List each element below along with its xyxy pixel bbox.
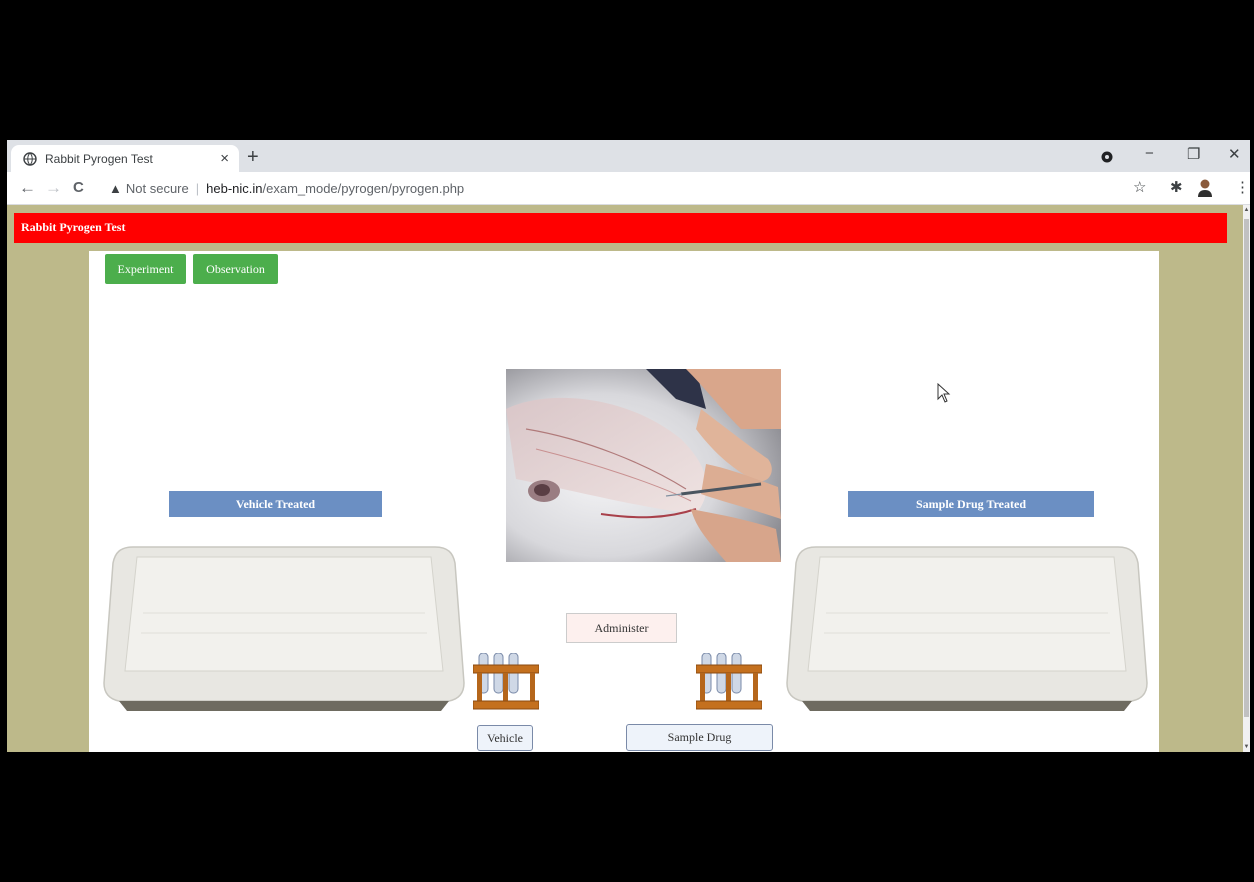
record-icon[interactable]	[1101, 151, 1113, 163]
back-icon[interactable]: ←	[19, 178, 36, 198]
menu-icon[interactable]: ⋮	[1235, 178, 1250, 196]
sample-drug-treated-label: Sample Drug Treated	[848, 491, 1094, 517]
address-bar[interactable]: ▲ Not secure | heb-nic.in/exam_mode/pyro…	[109, 176, 1129, 200]
close-window-icon[interactable]: ✕	[1228, 145, 1241, 163]
vehicle-test-tube-rack[interactable]	[473, 653, 539, 713]
omnibox-separator: |	[195, 180, 200, 196]
scroll-down-icon[interactable]: ▼	[1243, 744, 1250, 750]
page-viewport: Rabbit Pyrogen Test Experiment Observati…	[7, 205, 1243, 752]
letterbox-top	[0, 0, 1254, 140]
lab-content: Experiment Observation Vehicle Treated S…	[89, 251, 1159, 752]
globe-icon	[23, 151, 37, 166]
forward-icon[interactable]: →	[45, 178, 62, 198]
sample-drug-test-tube-rack[interactable]	[696, 653, 762, 713]
letterbox-bottom	[0, 752, 1254, 882]
tab-close-icon[interactable]: ×	[220, 150, 229, 167]
browser-toolbar: ← → C ▲ Not secure | heb-nic.in/exam_mod…	[7, 172, 1250, 205]
security-label: Not secure	[125, 180, 189, 196]
vehicle-treated-label: Vehicle Treated	[169, 491, 382, 517]
vertical-scrollbar[interactable]: ▲ ▼	[1243, 205, 1250, 752]
profile-avatar-icon[interactable]	[1197, 178, 1213, 198]
warning-icon[interactable]: ▲	[109, 181, 122, 196]
extensions-icon[interactable]: ✱	[1170, 178, 1183, 196]
tab-strip: Rabbit Pyrogen Test × + − ❐ ✕	[7, 140, 1250, 172]
mouse-cursor-icon	[937, 383, 951, 403]
experiment-button[interactable]: Experiment	[105, 254, 186, 284]
bookmark-star-icon[interactable]: ☆	[1133, 178, 1146, 196]
url-host: heb-nic.in	[206, 180, 263, 196]
rabbit-ear-injection-photo	[506, 369, 781, 562]
page-header: Rabbit Pyrogen Test	[14, 213, 1227, 243]
vehicle-tray[interactable]	[103, 543, 465, 715]
vehicle-button[interactable]: Vehicle	[477, 725, 533, 751]
minimize-icon[interactable]: −	[1145, 145, 1154, 162]
browser-window: Rabbit Pyrogen Test × + − ❐ ✕ ← → C ▲ No…	[7, 140, 1250, 752]
new-tab-icon[interactable]: +	[247, 146, 259, 169]
scrollbar-thumb[interactable]	[1244, 219, 1249, 717]
sample-drug-tray[interactable]	[786, 543, 1148, 715]
tab-title: Rabbit Pyrogen Test	[45, 151, 153, 166]
browser-tab[interactable]: Rabbit Pyrogen Test ×	[11, 145, 239, 172]
scroll-up-icon[interactable]: ▲	[1243, 207, 1250, 213]
letterbox-right	[1250, 140, 1254, 752]
restore-icon[interactable]: ❐	[1187, 145, 1200, 163]
sample-drug-button[interactable]: Sample Drug	[626, 724, 773, 751]
url-path: /exam_mode/pyrogen/pyrogen.php	[262, 180, 465, 196]
administer-button[interactable]: Administer	[566, 613, 677, 643]
letterbox-left	[0, 140, 7, 752]
page-title: Rabbit Pyrogen Test	[21, 220, 126, 234]
reload-icon[interactable]: C	[73, 179, 84, 196]
observation-button[interactable]: Observation	[193, 254, 278, 284]
